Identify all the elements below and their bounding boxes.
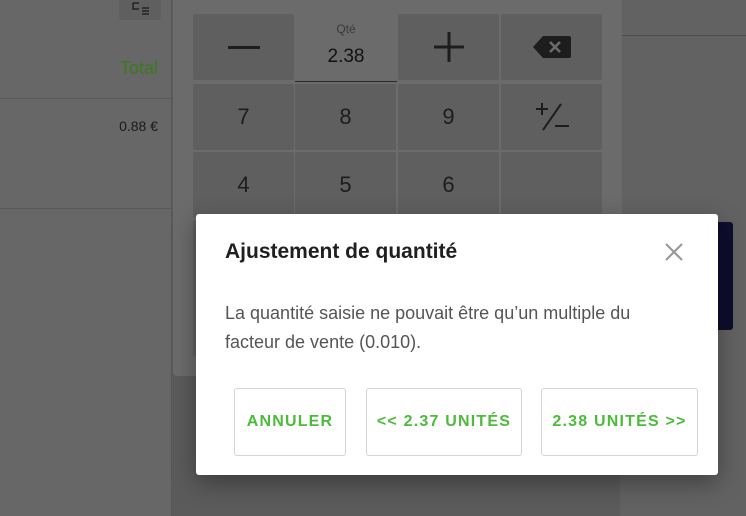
quantity-field[interactable]: Qté 2.38 [295, 14, 397, 82]
list-settings-icon[interactable] [119, 0, 161, 20]
key-6[interactable]: 6 [398, 152, 499, 218]
round-down-button[interactable]: << 2.37 UNITÉS [366, 388, 522, 456]
quantity-value: 2.38 [327, 46, 365, 67]
backspace-button[interactable] [501, 14, 602, 80]
increment-button[interactable] [398, 14, 499, 80]
close-icon [665, 243, 683, 261]
row-divider [0, 208, 172, 209]
total-label: Total [119, 58, 158, 78]
row-divider [0, 98, 172, 99]
backspace-icon [532, 36, 571, 58]
quantity-label: Qté [336, 22, 356, 36]
dialog-message: La quantité saisie ne pouvait être qu’un… [225, 303, 631, 352]
key-9[interactable]: 9 [398, 84, 499, 150]
key-blank[interactable] [501, 152, 602, 218]
dialog-title: Ajustement de quantité [225, 240, 458, 263]
divider [620, 35, 746, 36]
plus-icon [433, 32, 464, 62]
plus-minus-icon [535, 103, 569, 131]
key-8[interactable]: 8 [295, 84, 396, 150]
line-amount: 0.88 € [119, 118, 158, 134]
key-4[interactable]: 4 [193, 152, 294, 218]
plus-minus-key[interactable] [501, 84, 602, 150]
close-button[interactable] [660, 238, 688, 266]
decrement-button[interactable] [193, 14, 294, 80]
round-up-button[interactable]: 2.38 UNITÉS >> [541, 388, 698, 456]
key-5[interactable]: 5 [295, 152, 396, 218]
minus-icon [227, 45, 260, 49]
key-7[interactable]: 7 [193, 84, 294, 150]
cancel-button[interactable]: ANNULER [234, 388, 346, 456]
quantity-adjustment-dialog: Ajustement de quantité La quantité saisi… [196, 214, 718, 475]
